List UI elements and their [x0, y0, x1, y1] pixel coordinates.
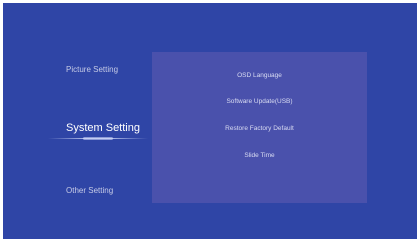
selection-underline-highlight: [83, 137, 113, 140]
menu-item-software-update[interactable]: Software Update(USB): [152, 98, 367, 105]
sidebar-item-picture-setting[interactable]: Picture Setting: [66, 65, 118, 74]
menu-item-restore-factory-default[interactable]: Restore Factory Default: [152, 125, 367, 132]
settings-screen: Picture Setting System Setting Other Set…: [3, 3, 417, 239]
sidebar-item-system-setting[interactable]: System Setting: [66, 122, 140, 134]
menu-item-osd-language[interactable]: OSD Language: [152, 72, 367, 79]
system-setting-panel: OSD Language Software Update(USB) Restor…: [152, 52, 367, 203]
menu-item-slide-time[interactable]: Slide Time: [152, 152, 367, 159]
sidebar-item-other-setting[interactable]: Other Setting: [66, 186, 113, 195]
